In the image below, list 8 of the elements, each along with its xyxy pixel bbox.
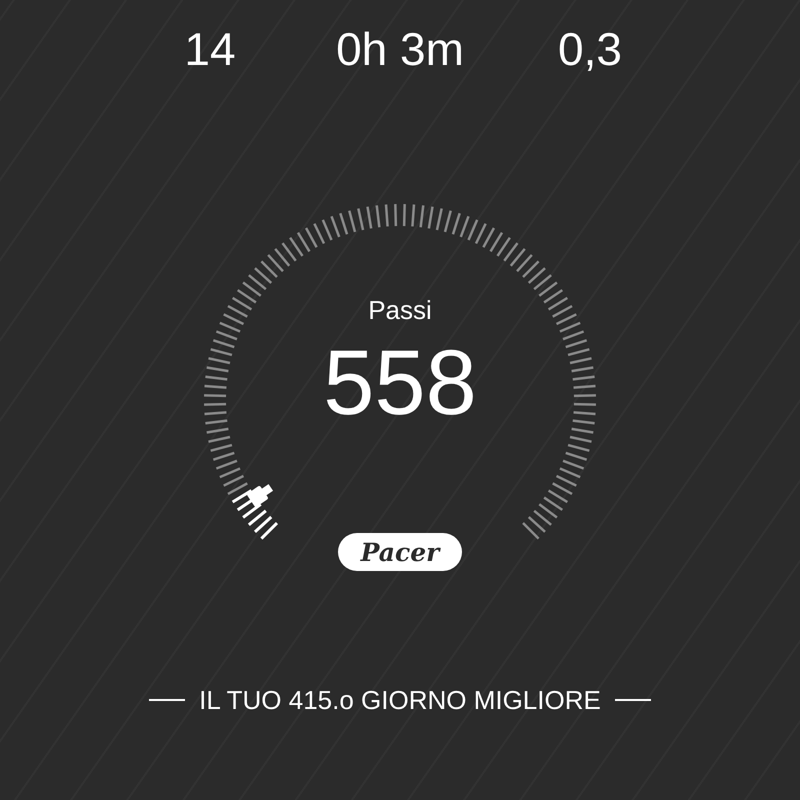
stat-value: 0h 3m — [336, 22, 464, 77]
logo-badge: Pacer — [338, 533, 462, 571]
stat-value: 14 — [184, 22, 236, 77]
best-day-text: IL TUO 415.o GIORNO MIGLIORE — [199, 684, 601, 716]
progress-marker — [246, 484, 274, 508]
steps-label: Passi — [368, 295, 432, 325]
stat-value: 0,3 — [558, 22, 622, 77]
steps-count: 558 — [323, 333, 477, 433]
